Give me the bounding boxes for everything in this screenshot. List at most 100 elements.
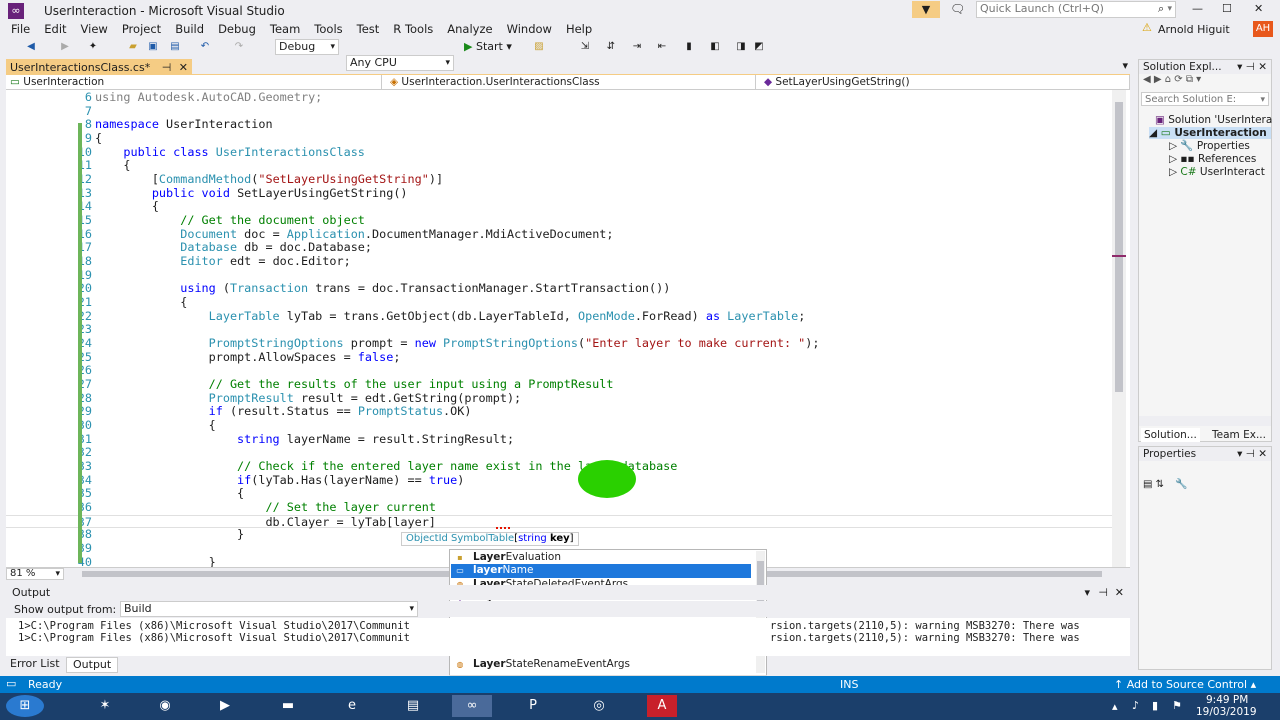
chrome-icon[interactable]: ◉ bbox=[150, 695, 180, 717]
close-button[interactable]: ✕ bbox=[1254, 2, 1263, 15]
alphabetical-icon[interactable]: ⇅ bbox=[1156, 479, 1164, 490]
configuration-select[interactable]: Debug bbox=[275, 39, 339, 55]
close-tab-icon[interactable]: ✕ bbox=[179, 61, 188, 74]
categorized-icon[interactable]: ▤ bbox=[1143, 479, 1152, 490]
network-icon[interactable]: ▮ bbox=[1152, 699, 1158, 712]
bookmark-icon[interactable]: ▮ bbox=[682, 40, 696, 54]
show-output-from-label: Show output from: bbox=[14, 603, 117, 616]
menu-edit[interactable]: Edit bbox=[37, 20, 73, 38]
powerpoint-icon[interactable]: P bbox=[518, 695, 548, 717]
quick-launch-input[interactable]: Quick Launch (Ctrl+Q) bbox=[976, 1, 1176, 18]
code-line: 17 Database db = doc.Database; bbox=[6, 241, 1118, 255]
menu-debug[interactable]: Debug bbox=[211, 20, 263, 38]
autocad-icon[interactable]: A bbox=[647, 695, 677, 717]
editor-vertical-scrollbar[interactable] bbox=[1112, 90, 1126, 567]
menu-test[interactable]: Test bbox=[350, 20, 387, 38]
pin-icon[interactable]: ⊣ bbox=[162, 61, 172, 74]
intellisense-label: LayerEvaluation bbox=[473, 551, 562, 563]
forward-icon[interactable]: ▶ bbox=[58, 40, 72, 54]
menu-build[interactable]: Build bbox=[168, 20, 211, 38]
tab-solution-explorer[interactable]: Solution... bbox=[1141, 428, 1200, 442]
output-pin-icon[interactable]: ⊣ bbox=[1098, 586, 1108, 599]
new-project-icon[interactable]: ✦ bbox=[86, 40, 100, 54]
save-icon[interactable]: ▣ bbox=[146, 40, 160, 54]
bookmark-clear-icon[interactable]: ◩ bbox=[752, 40, 766, 54]
properties-menu-icon[interactable]: ▾ ⊣ ✕ bbox=[1237, 447, 1267, 461]
bookmark-prev-icon[interactable]: ◧ bbox=[708, 40, 722, 54]
status-bar: ▭ Ready INS ↑ Add to Source Control ▴ bbox=[0, 676, 1280, 693]
feedback-icon[interactable]: 🗨 bbox=[950, 2, 965, 16]
step-into-icon[interactable]: ⇲ bbox=[578, 40, 592, 54]
member-dropdown[interactable]: ◆ SetLayerUsingGetString() bbox=[760, 75, 1130, 89]
visual-studio-icon[interactable]: ∞ bbox=[452, 695, 492, 717]
tab-error-list[interactable]: Error List bbox=[6, 657, 64, 671]
intellisense-item[interactable]: ▪ LayerEvaluation bbox=[451, 551, 751, 564]
output-text[interactable]: 1>C:\Program Files (x86)\Microsoft Visua… bbox=[6, 618, 1130, 656]
tree-project[interactable]: ◢ ▭ UserInteraction bbox=[1149, 127, 1271, 139]
user-name[interactable]: Arnold Higuit bbox=[1158, 23, 1230, 36]
solution-hscroll[interactable] bbox=[1139, 416, 1271, 426]
flag-icon[interactable]: ⚑ bbox=[1172, 699, 1182, 712]
class-dropdown[interactable]: ◈ UserInteraction.UserInteractionsClass bbox=[386, 75, 756, 89]
notification-icon[interactable]: ▼ bbox=[912, 1, 940, 18]
tray-up-icon[interactable]: ▴ bbox=[1112, 700, 1118, 713]
back-icon[interactable]: ◀ bbox=[24, 40, 38, 54]
internet-explorer-icon[interactable]: e bbox=[337, 695, 367, 717]
menu-r-tools[interactable]: R Tools bbox=[386, 20, 440, 38]
speaker-icon[interactable]: ♪ bbox=[1132, 699, 1139, 712]
outdent-icon[interactable]: ⇤ bbox=[655, 40, 669, 54]
menu-file[interactable]: File bbox=[0, 20, 37, 38]
clock-time[interactable]: 9:49 PM bbox=[1206, 694, 1248, 706]
code-text: PromptResult result = edt.GetString(prom… bbox=[208, 390, 522, 405]
intellisense-item[interactable]: ◍ LayerStateRenameEventArgs bbox=[451, 658, 751, 671]
menu-help[interactable]: Help bbox=[559, 20, 599, 38]
solution-search-input[interactable]: Search Solution E: bbox=[1141, 92, 1269, 107]
user-avatar[interactable]: AH bbox=[1253, 21, 1273, 37]
redo-icon[interactable]: ↷ bbox=[232, 40, 246, 54]
menu-view[interactable]: View bbox=[74, 20, 115, 38]
open-icon[interactable]: ▰ bbox=[126, 40, 140, 54]
menu-project[interactable]: Project bbox=[115, 20, 168, 38]
start-icon[interactable]: ⊞ bbox=[6, 695, 44, 717]
menu-team[interactable]: Team bbox=[263, 20, 307, 38]
menu-tools[interactable]: Tools bbox=[307, 20, 349, 38]
output-menu-icon[interactable]: ▾ bbox=[1084, 586, 1090, 599]
tree-references[interactable]: ▷ ▪▪ References bbox=[1169, 153, 1256, 165]
tree-source-file[interactable]: ▷ C# UserInteract bbox=[1169, 166, 1265, 178]
code-line: 10 public class UserInteractionsClass bbox=[6, 145, 1118, 160]
code-editor[interactable]: 6 using Autodesk.AutoCAD.Geometry; 7 8 names… bbox=[6, 90, 1130, 567]
tab-overflow-icon[interactable]: ▾ bbox=[1122, 59, 1128, 72]
maximize-button[interactable]: ☐ bbox=[1222, 2, 1232, 15]
app-icon[interactable]: ✶ bbox=[90, 695, 120, 717]
minimize-button[interactable]: — bbox=[1192, 2, 1203, 15]
tree-properties[interactable]: ▷ 🔧 Properties bbox=[1169, 140, 1250, 152]
bookmark-next-icon[interactable]: ◨ bbox=[734, 40, 748, 54]
code-text: // Set the layer current bbox=[265, 500, 436, 515]
zoom-select[interactable]: 81 % bbox=[6, 568, 64, 580]
output-source-select[interactable]: Build bbox=[120, 601, 418, 617]
tab-team-explorer[interactable]: Team Ex... bbox=[1209, 428, 1269, 442]
tab-userinteractionsclass[interactable]: UserInteractionsClass.cs* ⊣ ✕ bbox=[6, 59, 193, 76]
tab-output[interactable]: Output bbox=[66, 657, 119, 673]
project-dropdown[interactable]: ▭ UserInteraction bbox=[6, 75, 382, 89]
camtasia-icon[interactable]: ◎ bbox=[584, 695, 614, 717]
indent-icon[interactable]: ⇥ bbox=[630, 40, 644, 54]
file-explorer-icon[interactable]: ▬ bbox=[273, 695, 303, 717]
add-to-source-control[interactable]: ↑ Add to Source Control ▴ bbox=[1114, 678, 1256, 691]
sheets-icon[interactable]: ▤ bbox=[398, 695, 428, 717]
save-all-icon[interactable]: ▤ bbox=[168, 40, 182, 54]
step-over-icon[interactable]: ⇵ bbox=[604, 40, 618, 54]
attach-icon[interactable]: ▨ bbox=[532, 40, 546, 54]
start-button[interactable]: ▶ Start ▾ bbox=[464, 40, 512, 53]
menu-window[interactable]: Window bbox=[500, 20, 559, 38]
code-text: Database db = doc.Database; bbox=[180, 240, 373, 255]
clock-date[interactable]: 19/03/2019 bbox=[1196, 706, 1257, 718]
tree-solution[interactable]: ▣ Solution 'UserIntera bbox=[1155, 114, 1272, 126]
undo-icon[interactable]: ↶ bbox=[198, 40, 212, 54]
intellisense-item[interactable]: ▭ layerName bbox=[451, 564, 751, 578]
panel-menu-icon[interactable]: ▾ ⊣ ✕ bbox=[1237, 60, 1267, 74]
property-pages-icon[interactable]: 🔧 bbox=[1175, 479, 1187, 490]
menu-analyze[interactable]: Analyze bbox=[440, 20, 499, 38]
output-close-icon[interactable]: ✕ bbox=[1115, 586, 1124, 599]
media-player-icon[interactable]: ▶ bbox=[210, 695, 240, 717]
